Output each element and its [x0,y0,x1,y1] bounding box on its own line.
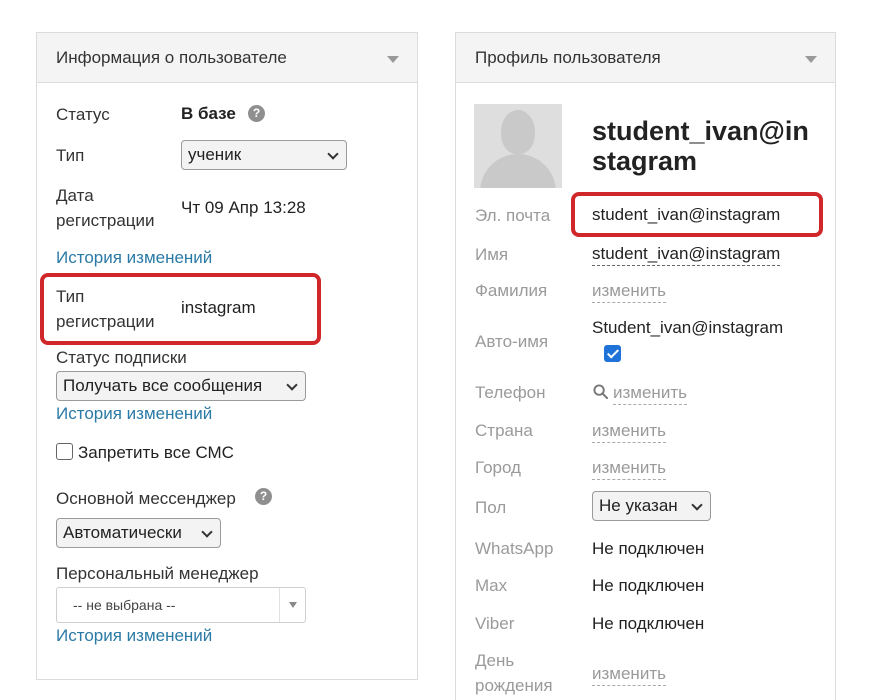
reg-type-label-line2: регистрации [56,312,155,331]
history-link[interactable]: История изменений [56,248,212,268]
user-info-header[interactable]: Информация о пользователе [37,33,417,83]
manager-label: Персональный менеджер [56,564,259,583]
history-link[interactable]: История изменений [56,626,212,646]
auto-name-checkbox[interactable] [604,345,621,362]
subscription-select[interactable]: Получать все сообщения [56,371,306,401]
avatar [474,104,562,188]
country-change-link[interactable]: изменить [592,421,666,443]
viber-label: Viber [475,614,515,633]
gender-select-value: Не указан [599,496,678,515]
birthday-label-line2: рождения [475,676,553,695]
auto-name-value: Student_ivan@instagram [592,318,784,337]
auto-name-label: Авто-имя [475,332,549,351]
reg-type-label-line1: Тип [56,287,85,306]
last-name-label: Фамилия [475,281,548,300]
reg-type-value: instagram [181,298,256,317]
chevron-down-icon [201,526,213,538]
whatsapp-value: Не подключен [592,539,705,558]
subscription-label: Статус подписки [56,348,187,367]
type-select-value: ученик [188,145,242,164]
chevron-down-icon [286,379,298,391]
search-icon[interactable] [593,384,608,399]
sms-checkbox[interactable] [56,443,73,460]
type-label: Тип [56,146,85,165]
gender-select[interactable]: Не указан [592,491,711,521]
profile-title: Профиль пользователя [475,48,661,67]
type-select[interactable]: ученик [181,140,347,170]
triangle-down-icon [289,602,297,608]
reg-date-label-line1: Дата [56,186,94,205]
manager-select-value: -- не выбрана -- [73,597,176,613]
city-change-link[interactable]: изменить [592,458,666,480]
profile-header[interactable]: Профиль пользователя [456,33,835,83]
avatar-body [480,154,556,188]
country-label: Страна [475,421,533,440]
phone-change-link[interactable]: изменить [613,383,687,405]
profile-name: student_ivan@instagram [592,116,809,176]
messenger-label: Основной мессенджер [56,489,236,508]
messenger-select[interactable]: Автоматически [56,518,221,548]
user-info-title: Информация о пользователе [56,48,287,67]
max-label: Max [475,576,508,595]
max-value: Не подключен [592,576,705,595]
whatsapp-label: WhatsApp [475,539,554,558]
subscription-select-value: Получать все сообщения [63,376,263,395]
email-value[interactable]: student_ivan@instagram [592,205,780,225]
sms-label: Запретить все СМС [78,443,234,462]
email-label: Эл. почта [475,206,551,225]
birthday-label-line1: День [475,651,515,670]
history-link[interactable]: История изменений [56,404,212,424]
gender-label: Пол [475,498,507,517]
chevron-down-icon [327,148,339,160]
last-name-change-link[interactable]: изменить [592,281,666,303]
manager-select[interactable]: -- не выбрана -- [56,587,306,623]
reg-date-label-line2: регистрации [56,211,155,230]
reg-date-value: Чт 09 Апр 13:28 [181,198,306,217]
viber-value: Не подключен [592,614,705,633]
status-label: Статус [56,105,110,124]
phone-label: Телефон [475,383,546,402]
collapse-caret-icon[interactable] [805,56,817,63]
status-value: В базе [181,104,236,123]
chevron-down-icon [691,499,703,511]
select-divider [279,588,280,622]
messenger-select-value: Автоматически [63,523,182,542]
collapse-caret-icon[interactable] [387,56,399,63]
avatar-head [501,110,535,154]
first-name-value[interactable]: student_ivan@instagram [592,244,781,266]
help-icon[interactable]: ? [255,488,272,505]
city-label: Город [475,458,521,477]
help-icon[interactable]: ? [248,105,265,122]
first-name-label: Имя [475,245,509,264]
birthday-change-link[interactable]: изменить [592,664,666,686]
